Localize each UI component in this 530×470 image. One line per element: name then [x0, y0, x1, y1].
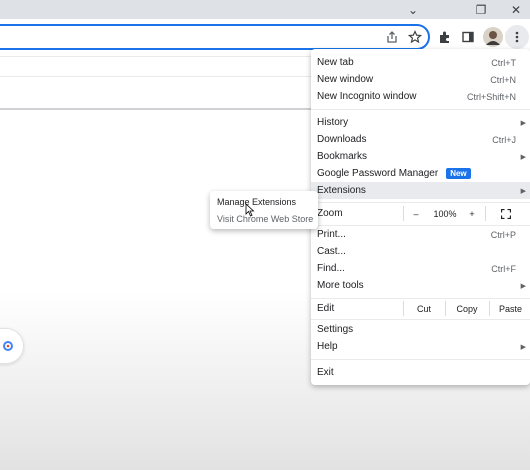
zoom-divider — [485, 206, 486, 221]
address-bar[interactable] — [0, 24, 430, 50]
menu-item-label: Google Password Manager — [317, 168, 439, 179]
submenu-item-label: Manage Extensions — [217, 196, 297, 207]
copy-button[interactable]: Copy — [449, 300, 485, 317]
menu-item-label: Find... — [317, 263, 345, 274]
menu-item-label: New Incognito window — [317, 91, 417, 102]
menu-item-zoom: Zoom – 100% + — [311, 205, 530, 222]
minimize-icon: ⌄ — [407, 2, 419, 17]
fullscreen-button[interactable] — [499, 205, 513, 222]
menu-item-edit: Edit Cut Copy Paste — [311, 300, 530, 317]
shortcut-label: Ctrl+N — [490, 74, 516, 85]
shortcut-label: Ctrl+Shift+N — [466, 91, 516, 102]
menu-item-new-window[interactable]: New window Ctrl+N — [311, 71, 530, 88]
restore-icon: ❐ — [475, 2, 487, 17]
cut-button[interactable]: Cut — [407, 300, 441, 317]
submenu-arrow-icon: ▶ — [520, 282, 526, 290]
menu-item-label: Exit — [317, 367, 334, 378]
shortcut-label: Ctrl+F — [491, 263, 516, 274]
menu-item-label: New tab — [317, 57, 354, 68]
side-panel-icon[interactable] — [457, 26, 479, 48]
menu-item-label: Cast... — [317, 246, 346, 257]
submenu-arrow-icon: ▶ — [520, 343, 526, 351]
new-badge: New — [446, 168, 471, 179]
menu-item-label: Edit — [317, 303, 335, 314]
menu-separator — [311, 202, 530, 203]
menu-item-extensions[interactable]: Extensions ▶ — [311, 182, 530, 199]
close-icon: ✕ — [510, 2, 522, 17]
menu-item-new-tab[interactable]: New tab Ctrl+T — [311, 54, 530, 71]
submenu-arrow-icon: ▶ — [520, 187, 526, 195]
star-icon[interactable] — [404, 26, 426, 48]
menu-separator — [311, 109, 530, 110]
menu-item-history[interactable]: History ▶ — [311, 114, 530, 131]
zoom-divider — [403, 206, 404, 221]
menu-item-label: Downloads — [317, 134, 367, 145]
extensions-submenu: Manage Extensions Visit Chrome Web Store — [210, 191, 318, 229]
chrome-main-menu: New tab Ctrl+T New window Ctrl+N New Inc… — [311, 49, 530, 385]
menu-item-find[interactable]: Find... Ctrl+F — [311, 260, 530, 277]
paste-button[interactable]: Paste — [493, 300, 528, 317]
edit-divider — [403, 301, 404, 316]
visit-chrome-web-store-item[interactable]: Visit Chrome Web Store — [210, 210, 318, 227]
menu-item-label: New window — [317, 74, 374, 85]
menu-item-password-manager[interactable]: Google Password Manager New — [311, 165, 530, 182]
menu-separator — [311, 359, 530, 360]
edit-divider — [445, 301, 446, 316]
minimize-button[interactable]: ⌄ — [395, 0, 431, 19]
submenu-item-label: Visit Chrome Web Store — [217, 213, 314, 224]
menu-item-more-tools[interactable]: More tools ▶ — [311, 277, 530, 294]
mouse-cursor-icon — [245, 203, 255, 217]
zoom-in-button[interactable]: + — [465, 205, 479, 222]
menu-item-downloads[interactable]: Downloads Ctrl+J — [311, 131, 530, 148]
zoom-out-button[interactable]: – — [409, 205, 423, 222]
menu-item-label: History — [317, 117, 349, 128]
menu-item-label: Zoom — [317, 208, 343, 219]
share-icon[interactable] — [381, 26, 403, 48]
submenu-arrow-icon: ▶ — [520, 119, 526, 127]
google-lens-icon — [3, 341, 13, 351]
menu-item-label: Print... — [317, 229, 346, 240]
menu-item-new-incognito-window[interactable]: New Incognito window Ctrl+Shift+N — [311, 88, 530, 105]
shortcut-label: Ctrl+T — [491, 57, 516, 68]
manage-extensions-item[interactable]: Manage Extensions — [210, 193, 318, 210]
shortcut-label: Ctrl+P — [490, 229, 516, 240]
zoom-level: 100% — [433, 208, 457, 219]
menu-item-settings[interactable]: Settings — [311, 321, 530, 338]
side-widget[interactable] — [0, 328, 24, 364]
menu-item-label: Help — [317, 341, 338, 352]
extensions-icon[interactable] — [434, 26, 456, 48]
close-window-button[interactable]: ✕ — [498, 0, 530, 19]
edit-divider — [489, 301, 490, 316]
menu-item-bookmarks[interactable]: Bookmarks ▶ — [311, 148, 530, 165]
menu-item-label: Settings — [317, 324, 354, 335]
submenu-arrow-icon: ▶ — [520, 153, 526, 161]
menu-item-label: Bookmarks — [317, 151, 368, 162]
restore-button[interactable]: ❐ — [463, 0, 499, 19]
profile-avatar[interactable] — [481, 25, 505, 49]
fullscreen-icon — [501, 208, 511, 219]
title-bar: ⌄ ❐ ✕ — [0, 0, 530, 19]
menu-item-label: More tools — [317, 280, 364, 291]
page-divider — [0, 108, 312, 110]
menu-item-exit[interactable]: Exit — [311, 364, 530, 381]
more-menu-icon — [515, 31, 519, 43]
more-menu-button[interactable] — [505, 25, 529, 49]
menu-separator — [311, 298, 530, 299]
menu-separator — [311, 319, 530, 320]
menu-item-help[interactable]: Help ▶ — [311, 338, 530, 355]
menu-item-cast[interactable]: Cast... — [311, 243, 530, 260]
shortcut-label: Ctrl+J — [492, 134, 516, 145]
menu-item-print[interactable]: Print... Ctrl+P — [311, 226, 530, 243]
menu-item-label: Extensions — [317, 185, 366, 196]
